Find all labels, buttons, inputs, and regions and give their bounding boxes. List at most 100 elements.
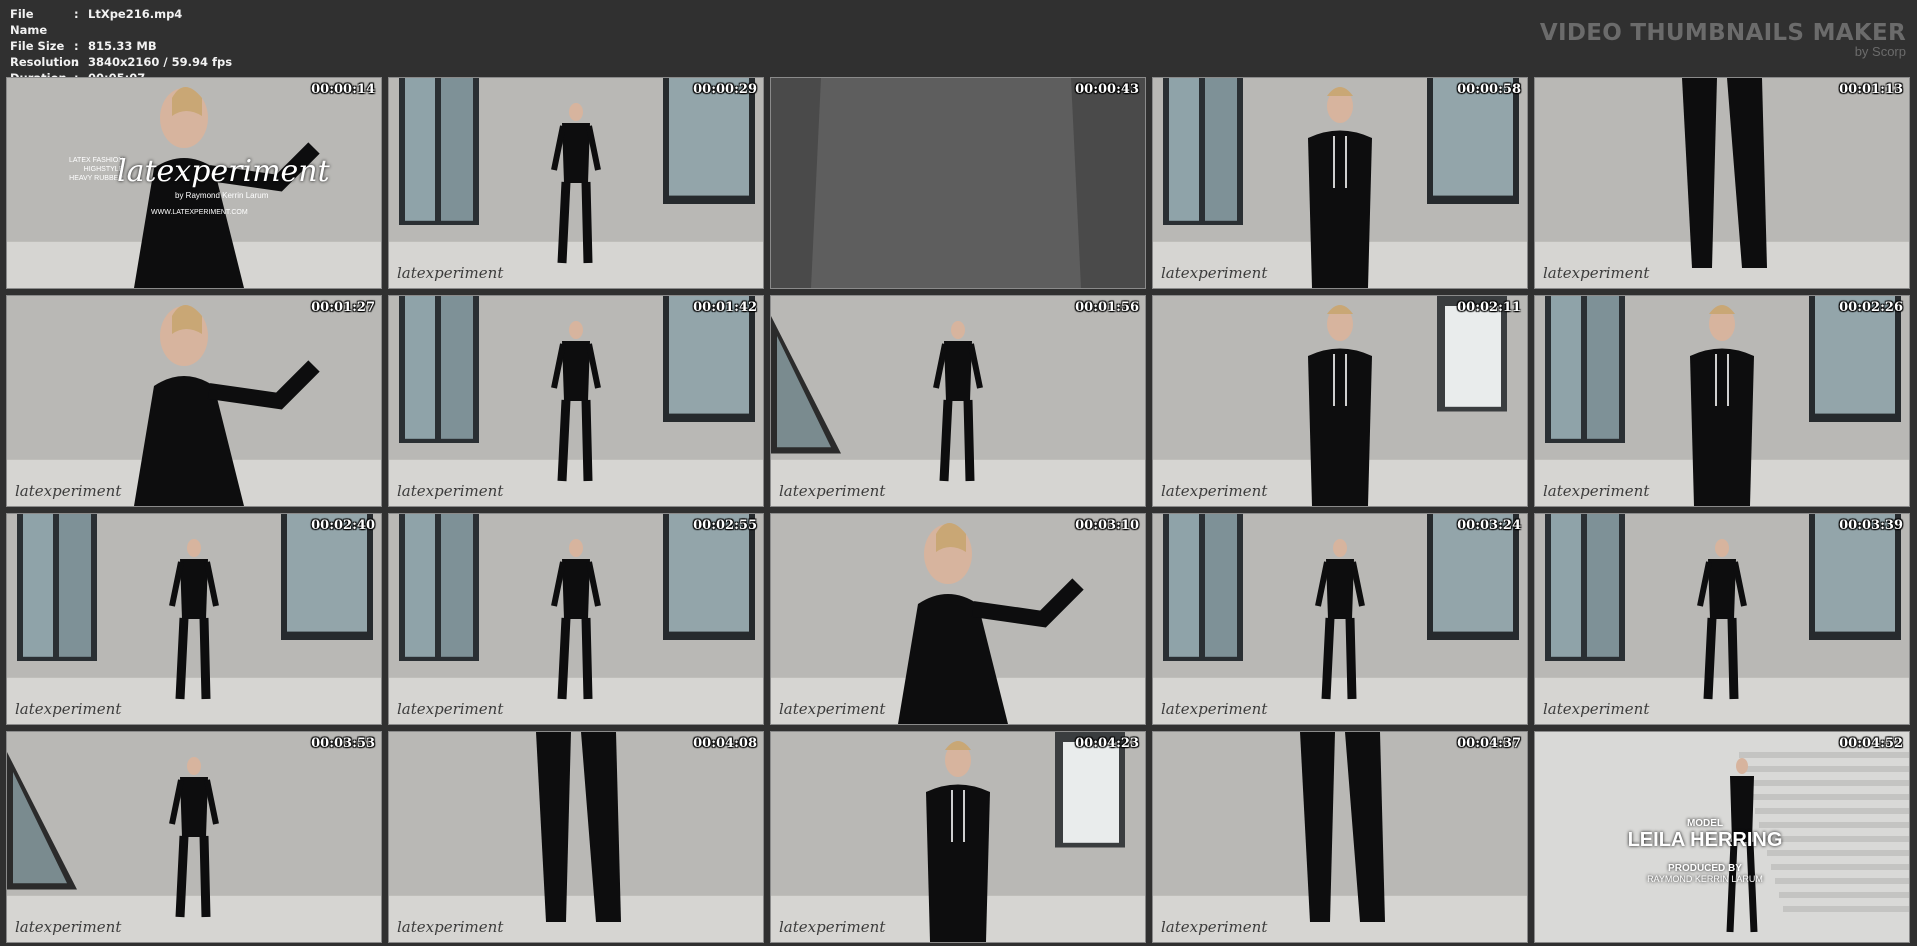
watermark-logo: latexperiment xyxy=(779,700,886,718)
thumbnail-frame[interactable]: latexperiment 00:00:58 xyxy=(1152,77,1528,289)
thumbnail-frame[interactable]: latexperiment 00:01:56 xyxy=(770,295,1146,507)
file-info-key: File Size xyxy=(10,39,65,53)
thumbnail-image xyxy=(1153,78,1527,288)
watermark-byline: by Raymond Kerrin Larum xyxy=(175,191,269,200)
timestamp-label: 00:02:40 xyxy=(311,518,375,533)
watermark-tagline-line: HIGHSTYLE xyxy=(83,166,124,173)
timestamp-label: 00:02:55 xyxy=(693,518,757,533)
timestamp-label: 00:01:56 xyxy=(1075,300,1139,315)
timestamp-label: 00:03:10 xyxy=(1075,518,1139,533)
watermark-logo: latexperiment xyxy=(1161,918,1268,936)
credit-produced-label: PRODUCED BY xyxy=(1668,863,1742,874)
watermark-logo: latexperiment xyxy=(1161,264,1268,282)
watermark-tagline: LATEX FASHION HIGHSTYLE HEAVY RUBBER xyxy=(69,156,123,183)
thumbnail-frame[interactable]: latexperiment 00:03:39 xyxy=(1534,513,1910,725)
credit-model-label: MODEL xyxy=(1686,818,1724,829)
watermark-logo: latexperiment xyxy=(1161,700,1268,718)
thumbnail-image xyxy=(1153,732,1527,942)
thumbnail-frame[interactable]: latexperiment 00:01:27 xyxy=(6,295,382,507)
thumbnail-frame[interactable]: MODEL LEILA HERRING PRODUCED BY RAYMOND KER… xyxy=(1534,731,1910,943)
timestamp-label: 00:00:43 xyxy=(1075,82,1139,97)
credits-overlay: MODEL LEILA HERRING PRODUCED BY RAYMOND KER… xyxy=(1575,818,1835,884)
thumbnail-image xyxy=(7,732,381,942)
thumbnail-frame[interactable]: latexperiment 00:04:08 xyxy=(388,731,764,943)
file-info-key: Resolution xyxy=(10,55,80,69)
watermark-logo: latexperiment xyxy=(397,700,504,718)
watermark-logo: latexperiment xyxy=(15,700,122,718)
watermark-logo: latexperiment xyxy=(779,482,886,500)
watermark-tagline-line: LATEX FASHION xyxy=(69,157,124,164)
credit-producer: RAYMOND KERRIN LARUM xyxy=(1647,874,1763,884)
thumbnail-frame[interactable]: latexperiment 00:02:26 xyxy=(1534,295,1910,507)
file-info-value: 3840x2160 / 59.94 fps xyxy=(88,55,233,69)
timestamp-label: 00:00:14 xyxy=(311,82,375,97)
watermark-logo: latexperiment xyxy=(1543,700,1650,718)
watermark-logo: latexperiment xyxy=(1543,482,1650,500)
watermark-tagline-line: HEAVY RUBBER xyxy=(69,175,124,182)
thumbnail-frame[interactable]: latexperiment 00:02:40 xyxy=(6,513,382,725)
brand-logo: VIDEO THUMBNAILS MAKER by Scorp xyxy=(1540,20,1906,59)
file-info-value: LtXpe216.mp4 xyxy=(88,7,183,21)
thumbnail-image xyxy=(771,732,1145,942)
thumbnail-frame[interactable]: 00:00:43 xyxy=(770,77,1146,289)
thumbnail-image xyxy=(1153,514,1527,724)
thumbnail-image xyxy=(7,296,381,506)
watermark-logo: latexperiment xyxy=(397,918,504,936)
timestamp-label: 00:04:52 xyxy=(1839,736,1903,751)
thumbnail-frame[interactable]: latexperiment 00:01:13 xyxy=(1534,77,1910,289)
header-bar: File Name: LtXpe216.mp4 File Size:815.33 M… xyxy=(0,0,1917,85)
file-info-value: 815.33 MB xyxy=(88,39,157,53)
thumbnail-image xyxy=(1153,296,1527,506)
thumbnail-image xyxy=(1535,296,1909,506)
brand-subtitle: by Scorp xyxy=(1854,44,1906,59)
timestamp-label: 00:03:39 xyxy=(1839,518,1903,533)
timestamp-label: 00:00:58 xyxy=(1457,82,1521,97)
watermark-logo: latexperiment xyxy=(1161,482,1268,500)
thumbnail-image xyxy=(1535,78,1909,288)
brand-title: VIDEO THUMBNAILS MAKER xyxy=(1539,20,1906,46)
thumbnail-image xyxy=(389,732,763,942)
thumbnail-frame[interactable]: latexperiment 00:03:53 xyxy=(6,731,382,943)
thumbnail-frame[interactable]: latexperiment 00:04:23 xyxy=(770,731,1146,943)
thumbnail-image xyxy=(771,296,1145,506)
timestamp-label: 00:01:13 xyxy=(1839,82,1903,97)
watermark-logo: latexperiment xyxy=(15,482,122,500)
watermark-logo: latexperiment xyxy=(397,264,504,282)
file-info-sep: : xyxy=(74,55,79,69)
timestamp-label: 00:01:42 xyxy=(693,300,757,315)
file-info-row: File Name: LtXpe216.mp4 xyxy=(10,6,232,38)
thumbnail-frame[interactable]: latexperiment 00:02:11 xyxy=(1152,295,1528,507)
timestamp-label: 00:04:08 xyxy=(693,736,757,751)
thumbnail-image xyxy=(389,78,763,288)
thumbnail-image xyxy=(771,78,1145,288)
thumbnail-image xyxy=(7,514,381,724)
thumbnail-image xyxy=(389,514,763,724)
watermark-logo: latexperiment xyxy=(1543,264,1650,282)
watermark-logo: latexperiment xyxy=(779,918,886,936)
timestamp-label: 00:02:26 xyxy=(1839,300,1903,315)
timestamp-label: 00:03:53 xyxy=(311,736,375,751)
file-info-row: File Size:815.33 MB xyxy=(10,38,232,54)
thumbnail-frame[interactable]: latexperiment 00:02:55 xyxy=(388,513,764,725)
thumbnail-frame[interactable]: latexperiment 00:00:29 xyxy=(388,77,764,289)
thumbnail-frame[interactable]: LATEX FASHION HIGHSTYLE HEAVY RUBBER latexp… xyxy=(6,77,382,289)
thumbnail-image xyxy=(389,296,763,506)
thumbnail-image xyxy=(1535,514,1909,724)
credit-model-name: LEILA HERRING xyxy=(1627,829,1783,851)
watermark-url: WWW.LATEXPERIMENT.COM xyxy=(151,209,248,216)
thumbnail-frame[interactable]: latexperiment 00:01:42 xyxy=(388,295,764,507)
thumbnail-image xyxy=(771,514,1145,724)
watermark-logo: latexperiment xyxy=(117,154,330,189)
file-info-key: File Name xyxy=(10,7,48,37)
watermark-logo: latexperiment xyxy=(397,482,504,500)
file-info-sep: : xyxy=(74,7,79,21)
timestamp-label: 00:02:11 xyxy=(1457,300,1521,315)
thumbnail-grid: LATEX FASHION HIGHSTYLE HEAVY RUBBER latexp… xyxy=(6,77,1912,943)
watermark-logo: latexperiment xyxy=(15,918,122,936)
thumbnail-frame[interactable]: latexperiment 00:04:37 xyxy=(1152,731,1528,943)
timestamp-label: 00:04:37 xyxy=(1457,736,1521,751)
timestamp-label: 00:01:27 xyxy=(311,300,375,315)
thumbnail-frame[interactable]: latexperiment 00:03:24 xyxy=(1152,513,1528,725)
timestamp-label: 00:03:24 xyxy=(1457,518,1521,533)
thumbnail-frame[interactable]: latexperiment 00:03:10 xyxy=(770,513,1146,725)
